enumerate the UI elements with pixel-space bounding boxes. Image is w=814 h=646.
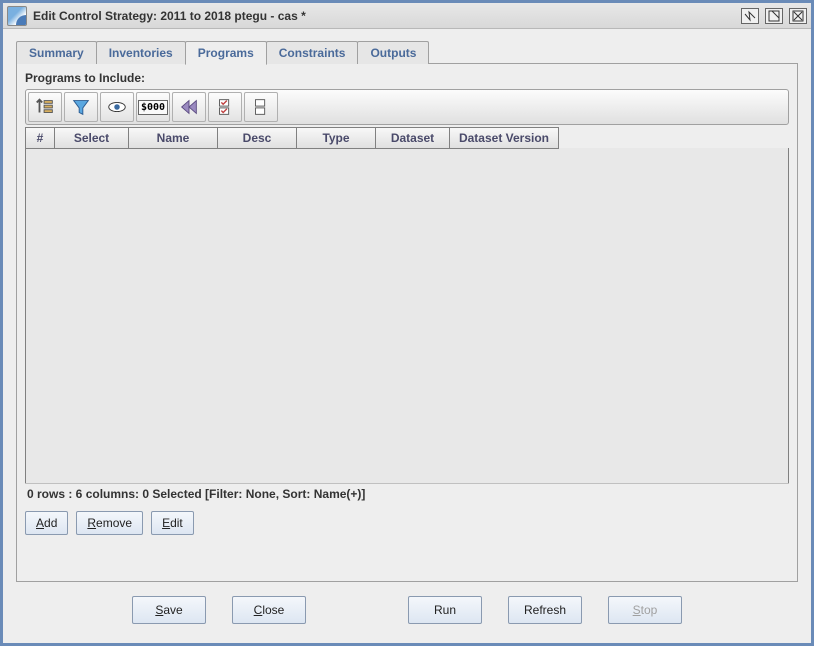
- close-action-button[interactable]: Close: [232, 596, 306, 624]
- col-name[interactable]: Name: [128, 127, 218, 149]
- crud-buttons: Add Remove Edit: [25, 511, 789, 535]
- tab-inventories[interactable]: Inventories: [96, 41, 186, 64]
- run-button[interactable]: Run: [408, 596, 482, 624]
- tab-summary[interactable]: Summary: [16, 41, 97, 64]
- app-icon: [7, 6, 27, 26]
- window-controls: [741, 8, 807, 24]
- col-desc[interactable]: Desc: [217, 127, 297, 149]
- select-all-button[interactable]: [208, 92, 242, 122]
- stop-button: Stop: [608, 596, 682, 624]
- col-select[interactable]: Select: [54, 127, 129, 149]
- clear-selection-button[interactable]: [244, 92, 278, 122]
- maximize-button[interactable]: [765, 8, 783, 24]
- table-header: # Select Name Desc Type Dataset Dataset …: [25, 127, 789, 149]
- window-title: Edit Control Strategy: 2011 to 2018 pteg…: [33, 9, 741, 23]
- table-toolbar: $000: [25, 89, 789, 125]
- reset-button[interactable]: [172, 92, 206, 122]
- sort-button[interactable]: [28, 92, 62, 122]
- view-button[interactable]: [100, 92, 134, 122]
- close-button[interactable]: [789, 8, 807, 24]
- table-body[interactable]: [25, 148, 789, 484]
- money-icon: $000: [138, 100, 168, 115]
- programs-label: Programs to Include:: [25, 71, 789, 85]
- minimize-button[interactable]: [741, 8, 759, 24]
- tab-programs[interactable]: Programs: [185, 41, 267, 65]
- table-status: 0 rows : 6 columns: 0 Selected [Filter: …: [25, 483, 789, 507]
- filter-button[interactable]: [64, 92, 98, 122]
- rewind-icon: [178, 96, 200, 118]
- remove-button[interactable]: Remove: [76, 511, 143, 535]
- format-button[interactable]: $000: [136, 92, 170, 122]
- check-all-icon: [214, 96, 236, 118]
- action-buttons: Save Close Run Refresh Stop: [16, 582, 798, 632]
- eye-icon: [106, 96, 128, 118]
- save-button[interactable]: Save: [132, 596, 206, 624]
- tab-constraints[interactable]: Constraints: [266, 41, 359, 64]
- col-type[interactable]: Type: [296, 127, 376, 149]
- titlebar: Edit Control Strategy: 2011 to 2018 pteg…: [3, 3, 811, 29]
- refresh-button[interactable]: Refresh: [508, 596, 582, 624]
- edit-button[interactable]: Edit: [151, 511, 194, 535]
- sort-icon: [34, 96, 56, 118]
- window-frame: Edit Control Strategy: 2011 to 2018 pteg…: [0, 0, 814, 646]
- client-area: Summary Inventories Programs Constraints…: [6, 32, 808, 640]
- add-button[interactable]: Add: [25, 511, 68, 535]
- uncheck-all-icon: [250, 96, 272, 118]
- tab-outputs[interactable]: Outputs: [357, 41, 429, 64]
- tab-bar: Summary Inventories Programs Constraints…: [16, 40, 798, 64]
- col-dataset[interactable]: Dataset: [375, 127, 450, 149]
- col-dataset-version[interactable]: Dataset Version: [449, 127, 559, 149]
- tab-programs-panel: Programs to Include:: [16, 63, 798, 582]
- funnel-icon: [70, 96, 92, 118]
- col-number[interactable]: #: [25, 127, 55, 149]
